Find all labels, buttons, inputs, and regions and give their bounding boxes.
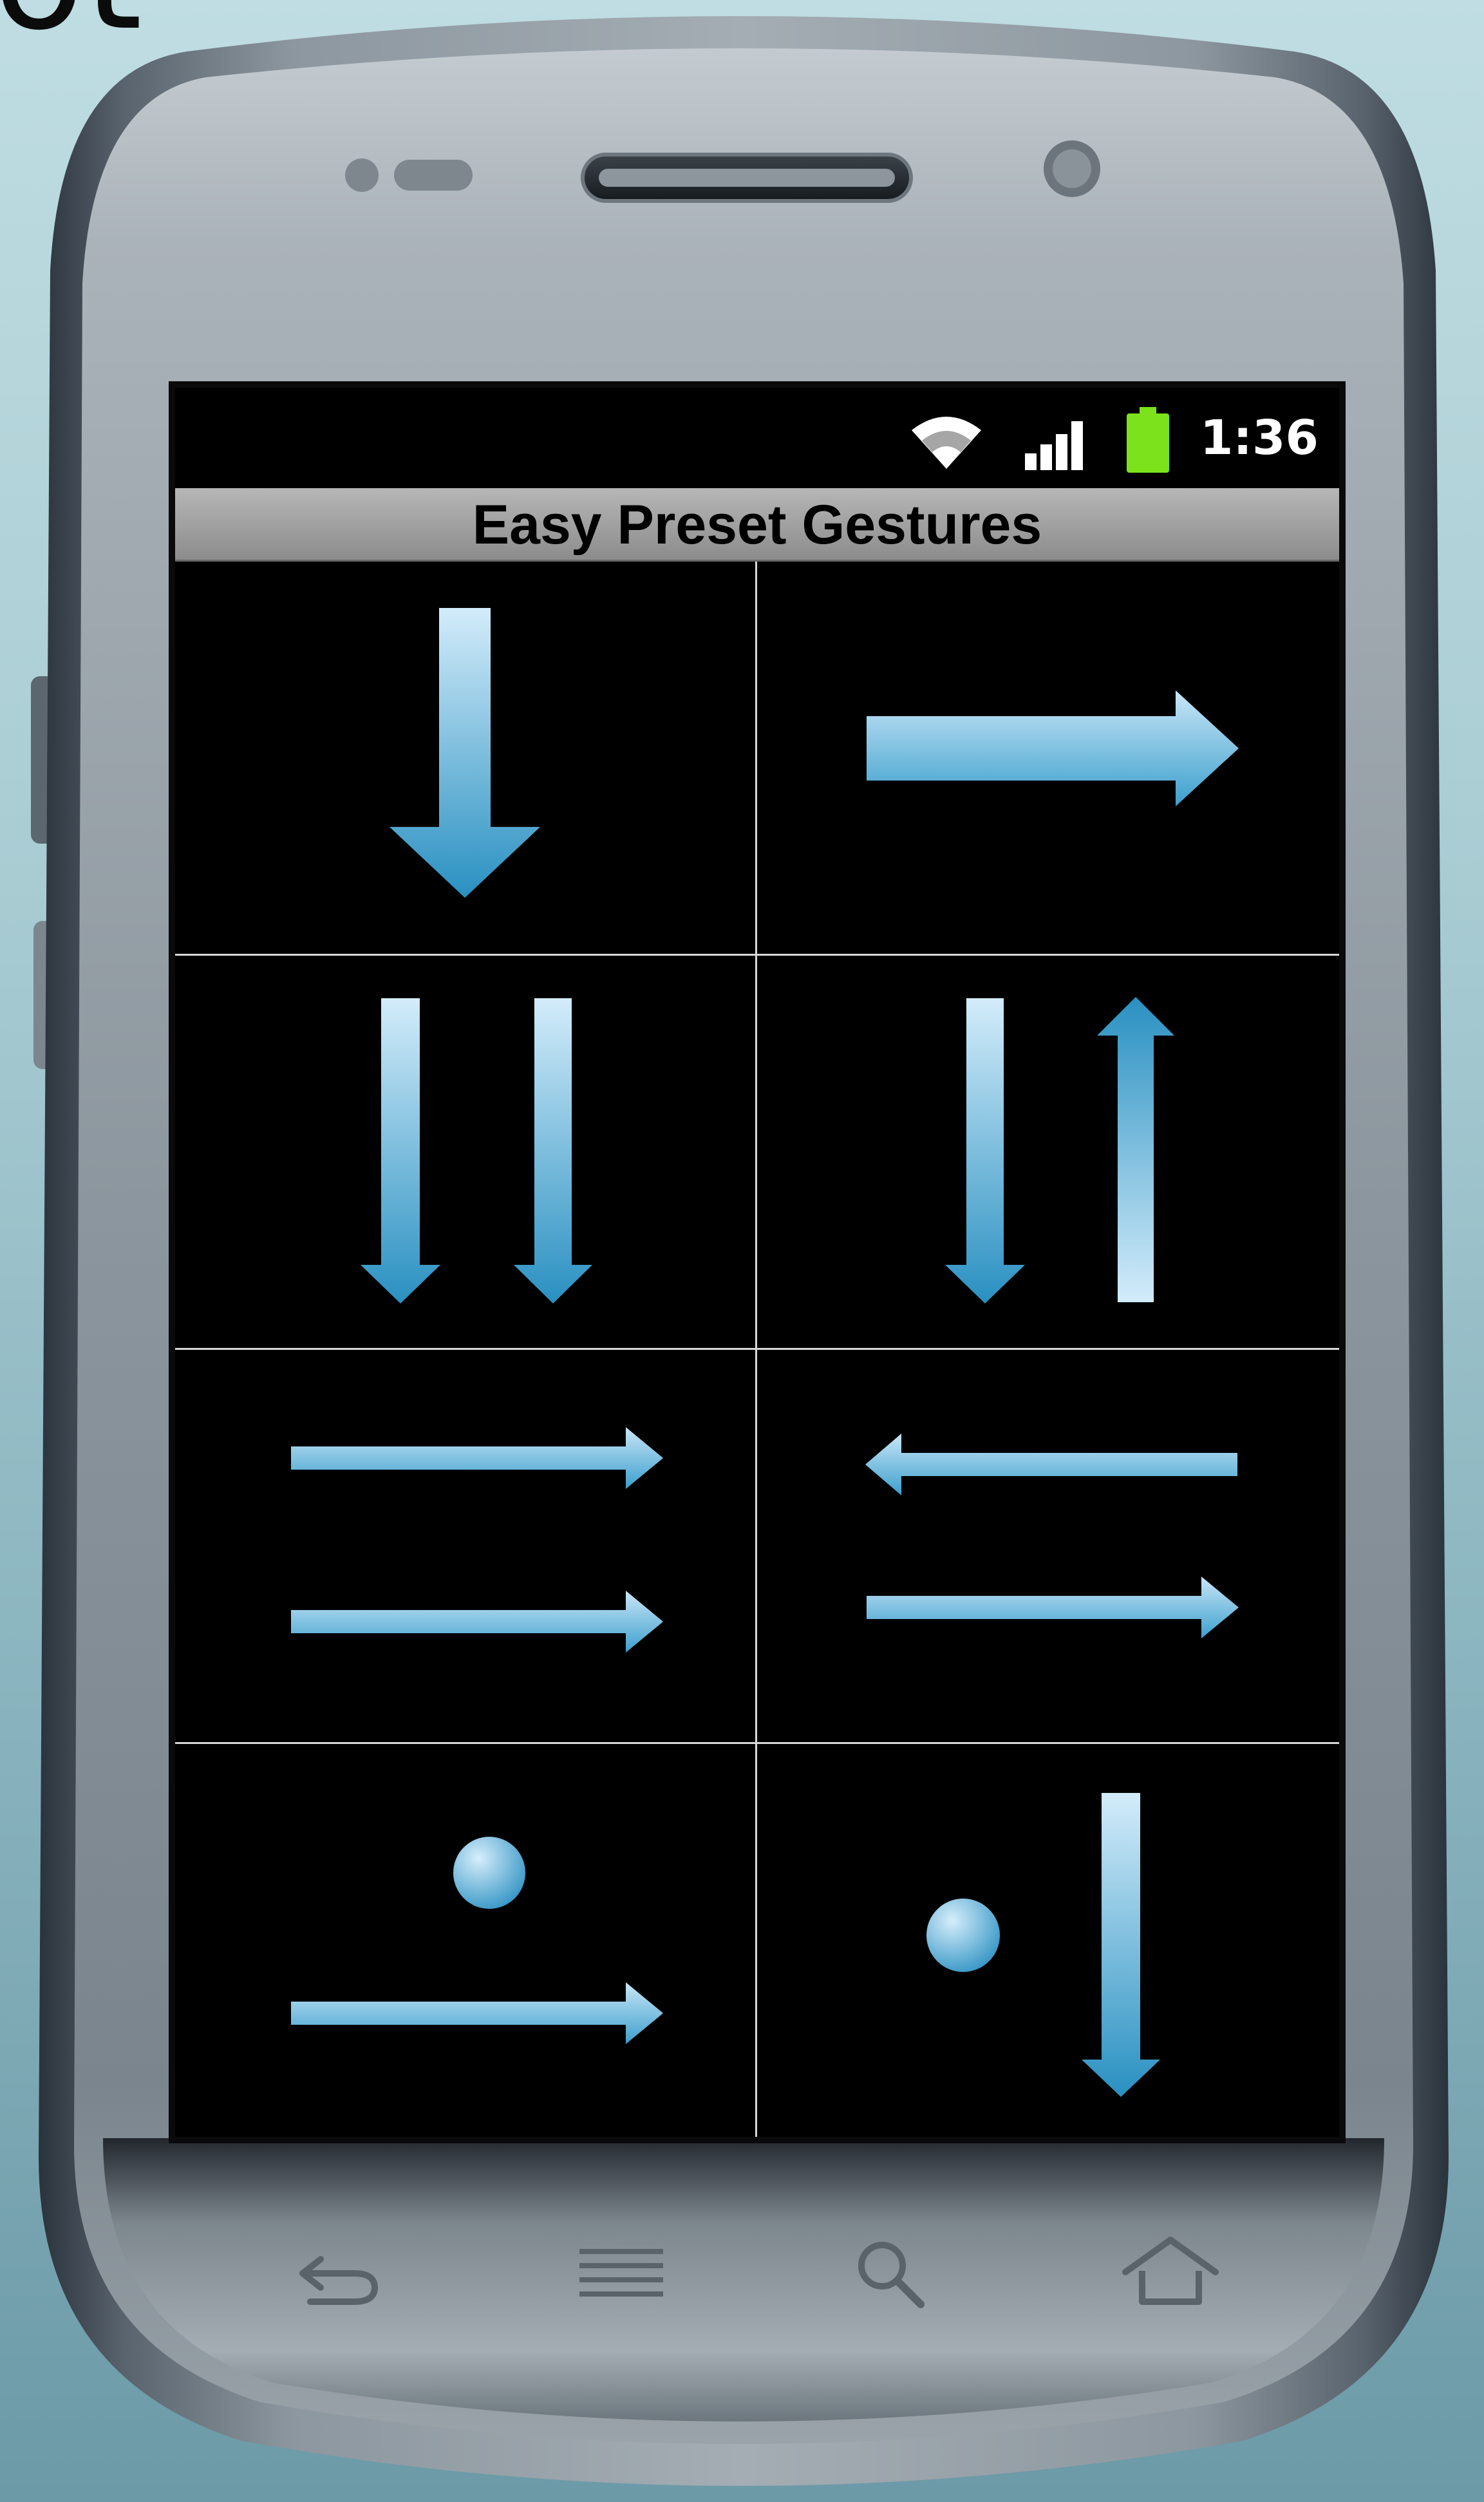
wifi-icon xyxy=(912,417,981,469)
two-finger-swipe-right-icon xyxy=(291,1427,663,1653)
signal-icon xyxy=(1025,421,1083,470)
swipe-right-icon xyxy=(867,690,1239,806)
status-bar: 1:36 xyxy=(175,388,1339,488)
hold-and-swipe-down-icon xyxy=(926,1793,1160,2097)
home-icon[interactable] xyxy=(1119,2232,1222,2309)
status-time: 1:36 xyxy=(1199,410,1319,466)
back-icon[interactable] xyxy=(291,2241,381,2306)
gesture-hold-and-swipe-down[interactable] xyxy=(757,1744,1339,2137)
app-title: Easy Preset Gestures xyxy=(472,494,1042,556)
search-icon[interactable] xyxy=(851,2235,928,2312)
gesture-two-finger-swipe-right[interactable] xyxy=(175,1350,757,1744)
swipe-down-and-up-icon xyxy=(945,997,1174,1303)
swipe-down-icon xyxy=(390,608,540,898)
gesture-swipe-left-and-right[interactable] xyxy=(757,1350,1339,1744)
hold-and-swipe-right-icon xyxy=(291,1837,663,2044)
menu-icon[interactable] xyxy=(573,2244,670,2306)
gesture-grid xyxy=(175,562,1339,2137)
gesture-hold-and-swipe-right[interactable] xyxy=(175,1744,757,2137)
gesture-two-finger-swipe-down[interactable] xyxy=(175,956,757,1350)
battery-icon xyxy=(1127,407,1169,473)
two-finger-swipe-down-icon xyxy=(361,998,592,1303)
phone-screen: 1:36 Easy Preset Gestures xyxy=(175,388,1339,2137)
gesture-swipe-down[interactable] xyxy=(175,562,757,956)
gesture-swipe-right[interactable] xyxy=(757,562,1339,956)
app-title-bar: Easy Preset Gestures xyxy=(175,488,1339,562)
gesture-swipe-down-and-up[interactable] xyxy=(757,956,1339,1350)
swipe-left-and-right-icon xyxy=(865,1434,1239,1638)
